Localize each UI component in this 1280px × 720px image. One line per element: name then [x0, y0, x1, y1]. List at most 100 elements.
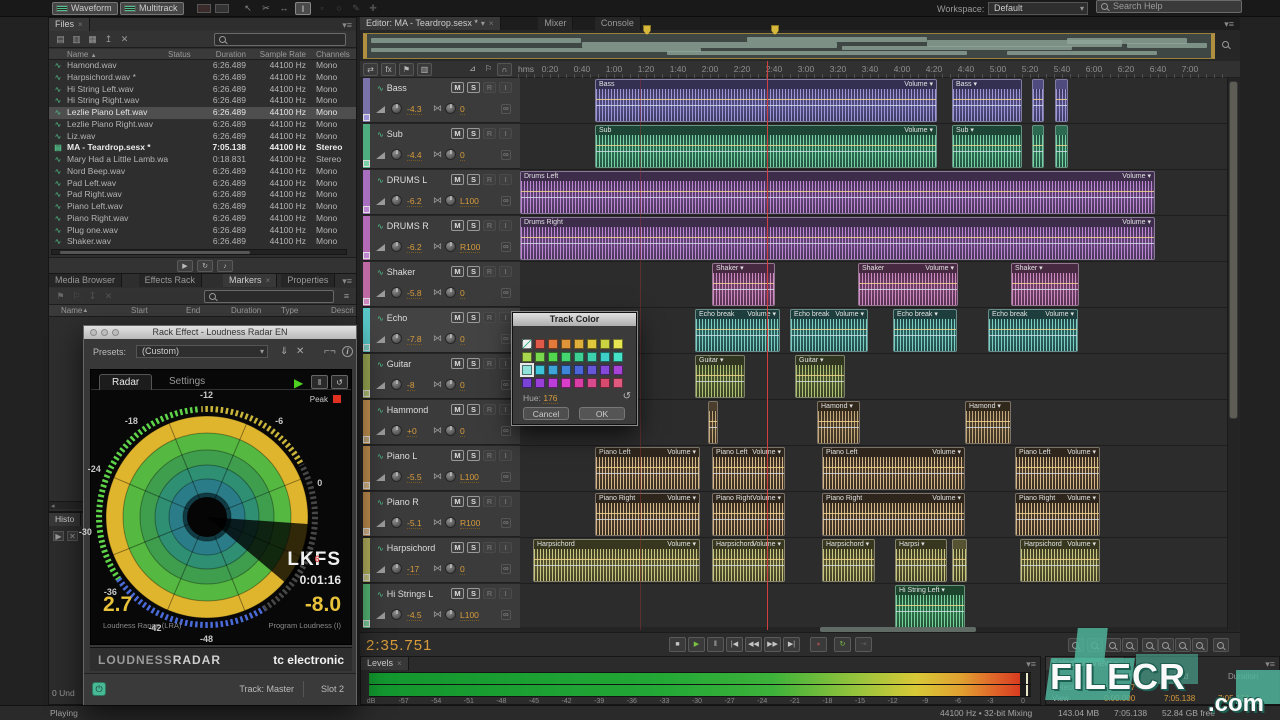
- volume-envelope-line[interactable]: [896, 558, 946, 560]
- zoom-full-button[interactable]: [1122, 638, 1138, 652]
- file-row[interactable]: ∿ Mary Had a Little Lamb.wav 0:18.831 44100…: [49, 154, 356, 166]
- clip-volume-label[interactable]: Volume ▾: [667, 494, 696, 503]
- volume-envelope-line[interactable]: [966, 420, 1010, 422]
- markers-search-input[interactable]: [204, 290, 334, 303]
- insert-into-multitrack-icon[interactable]: ↥: [102, 34, 115, 45]
- color-swatch[interactable]: [587, 365, 597, 375]
- volume-envelope-line[interactable]: [596, 144, 936, 146]
- window-title-bar[interactable]: Rack Effect - Loudness Radar EN: [84, 326, 356, 339]
- track-header-hi-strings-l[interactable]: ∿ Hi Strings L M S R I -4.5 ⋈ L100 ∞: [363, 584, 520, 629]
- volume-value[interactable]: -8: [407, 380, 415, 391]
- waveform-view-button[interactable]: Waveform: [52, 2, 118, 15]
- pan-knob[interactable]: [445, 149, 456, 160]
- audio-clip[interactable]: Echo break Volume ▾: [790, 309, 868, 352]
- audio-clip[interactable]: [1032, 125, 1044, 168]
- pan-value[interactable]: L100: [460, 196, 479, 207]
- metronome-icon[interactable]: ⚐: [481, 63, 496, 76]
- monitor-input-button[interactable]: I: [499, 312, 512, 323]
- pan-envelope-line[interactable]: [534, 564, 699, 566]
- pan-value[interactable]: 0: [460, 426, 465, 437]
- clip-volume-label[interactable]: Volume ▾: [1067, 540, 1096, 549]
- pan-envelope-line[interactable]: [713, 288, 774, 290]
- save-preset-icon[interactable]: ⇓: [280, 346, 288, 357]
- volume-envelope-line[interactable]: [953, 558, 966, 560]
- pan-knob[interactable]: [445, 471, 456, 482]
- track-header-drums-r[interactable]: ∿ DRUMS R M S R I -6.2 ⋈ R100 ∞: [363, 216, 520, 261]
- audio-clip[interactable]: Shaker ▾: [1011, 263, 1079, 306]
- levels-tab[interactable]: Levels ×: [361, 657, 409, 670]
- markers-column-headers[interactable]: Name ▲ Start End Duration Type Descri: [49, 305, 356, 317]
- effect-power-toggle[interactable]: ⏻: [92, 682, 106, 696]
- clip-volume-label[interactable]: Volume ▾: [932, 494, 961, 503]
- audio-clip[interactable]: Harpsichord Volume ▾: [533, 539, 700, 582]
- marker-range-icon[interactable]: ⚐: [70, 291, 83, 302]
- pan-value[interactable]: L100: [460, 472, 479, 483]
- clip-keyframes-icon[interactable]: ∞: [501, 288, 511, 298]
- volume-envelope-line[interactable]: [1016, 466, 1099, 468]
- search-help-input[interactable]: Search Help: [1096, 0, 1242, 13]
- import-file-icon[interactable]: ▥: [70, 34, 83, 45]
- track-lane-harpsichord[interactable]: Harpsichord Volume ▾ Harpsichord Volume ▾ Ha…: [520, 538, 1227, 584]
- pan-envelope-line[interactable]: [1021, 564, 1099, 566]
- file-row[interactable]: ∿ Hi String Left.wav 6:26.489 44100 Hz Mono: [49, 84, 356, 96]
- zoom-reset-button[interactable]: [1142, 638, 1158, 652]
- clip-keyframes-icon[interactable]: ∞: [501, 564, 511, 574]
- clip-keyframes-icon[interactable]: ∞: [501, 610, 511, 620]
- pan-envelope-line[interactable]: [989, 334, 1077, 336]
- solo-button[interactable]: S: [467, 82, 480, 93]
- clip-volume-label[interactable]: Volume ▾: [932, 448, 961, 457]
- skip-selection-button[interactable]: ⇥: [855, 637, 872, 652]
- pan-knob[interactable]: [445, 195, 456, 206]
- export-marker-icon[interactable]: ↧: [86, 291, 99, 302]
- track-header-sub[interactable]: ∿ Sub M S R I -4.4 ⋈ 0 ∞: [363, 124, 520, 169]
- solo-button[interactable]: S: [467, 450, 480, 461]
- color-swatch[interactable]: [535, 339, 545, 349]
- file-row[interactable]: ∿ Piano Right.wav 6:26.489 44100 Hz Mono: [49, 213, 356, 225]
- audio-clip[interactable]: Shaker Volume ▾: [858, 263, 958, 306]
- zoom-navigator-icon[interactable]: [1222, 41, 1229, 48]
- track-color-dialog[interactable]: Track Color Hue: 176 ↺ Cancel OK: [511, 311, 638, 426]
- pan-envelope-line[interactable]: [818, 426, 859, 428]
- column-header-type[interactable]: Type: [281, 305, 298, 317]
- color-swatch[interactable]: [535, 365, 545, 375]
- pan-envelope-line[interactable]: [713, 518, 784, 520]
- audio-clip[interactable]: Piano Right Volume ▾: [822, 493, 965, 536]
- file-row[interactable]: ▤ MA - Teardrop.sesx * 7:05.138 44100 Hz Ste…: [49, 142, 356, 154]
- volume-knob[interactable]: [391, 103, 402, 114]
- track-lane-shaker[interactable]: Shaker ▾ Shaker Volume ▾ Shaker ▾: [520, 262, 1227, 308]
- track-color-swatch[interactable]: [363, 114, 370, 121]
- track-name[interactable]: ∿ Sub: [377, 129, 403, 139]
- dialog-title[interactable]: Track Color: [513, 313, 636, 326]
- clip-keyframes-icon[interactable]: ∞: [501, 426, 511, 436]
- clip-volume-label[interactable]: Volume ▾: [835, 310, 864, 319]
- volume-value[interactable]: -4.3: [407, 104, 422, 115]
- pan-envelope-line[interactable]: [953, 564, 966, 566]
- volume-envelope-line[interactable]: [953, 144, 1021, 146]
- solo-button[interactable]: S: [467, 496, 480, 507]
- clip-volume-label[interactable]: Volume ▾: [667, 540, 696, 549]
- marquee-tool[interactable]: ▫: [314, 2, 330, 15]
- scrollbar-thumb[interactable]: [1229, 81, 1238, 419]
- volume-envelope-line[interactable]: [713, 466, 784, 468]
- volume-knob[interactable]: [391, 333, 402, 344]
- audio-clip[interactable]: Piano Right Volume ▾: [712, 493, 785, 536]
- column-header-start[interactable]: Start: [131, 305, 148, 317]
- close-icon[interactable]: ×: [489, 19, 494, 28]
- track-name[interactable]: ∿ Shaker: [377, 267, 415, 277]
- close-icon[interactable]: ×: [266, 276, 271, 285]
- clip-keyframes-icon[interactable]: ∞: [501, 150, 511, 160]
- tab-media-browser[interactable]: Media Browser: [49, 274, 123, 287]
- zoom-out-vertical-button[interactable]: [1213, 638, 1229, 652]
- panel-menu-icon[interactable]: ▾≡: [342, 20, 352, 31]
- close-icon[interactable]: ×: [78, 20, 83, 29]
- track-color-swatch[interactable]: [363, 482, 370, 489]
- solo-button[interactable]: S: [467, 220, 480, 231]
- value-view-end[interactable]: 7:05.138: [1164, 694, 1195, 703]
- pan-envelope-line[interactable]: [596, 150, 936, 152]
- pan-envelope-line[interactable]: [1016, 518, 1099, 520]
- history-tab[interactable]: Histo: [49, 513, 82, 526]
- toggle-meters-icon[interactable]: ▥: [417, 63, 432, 76]
- clip-keyframes-icon[interactable]: ∞: [501, 380, 511, 390]
- volume-envelope-line[interactable]: [696, 374, 744, 376]
- plugin-play-icon[interactable]: ▶: [294, 376, 303, 390]
